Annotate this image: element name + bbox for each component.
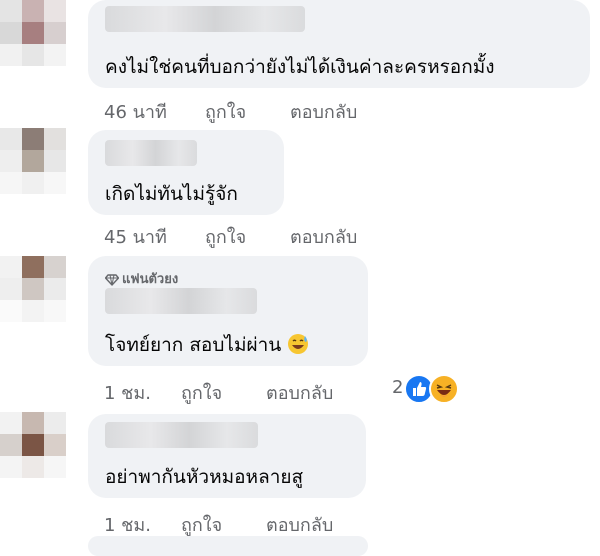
comment-time[interactable]: 46 นาที [104, 97, 167, 126]
avatar[interactable] [0, 0, 66, 66]
comment-time[interactable]: 1 ชม. [104, 510, 151, 539]
like-button[interactable]: ถูกใจ [205, 222, 246, 251]
author-name[interactable] [105, 140, 197, 166]
comment-item: คงไม่ใช่คนที่บอกว่ายังไม่ได้เงินค่าละครห… [0, 0, 600, 128]
laughing-sweat-emoji-icon [288, 334, 309, 354]
avatar[interactable] [0, 256, 66, 322]
comment-bubble: คงไม่ใช่คนที่บอกว่ายังไม่ได้เงินค่าละครห… [88, 0, 590, 88]
comment-bubble: แฟนตัวยง โจทย์ยาก สอบไม่ผ่าน [88, 256, 368, 366]
comment-time[interactable]: 45 นาที [104, 222, 167, 251]
comment-text: โจทย์ยาก สอบไม่ผ่าน [105, 330, 309, 360]
author-name[interactable] [105, 422, 258, 448]
like-button[interactable]: ถูกใจ [181, 510, 222, 539]
comment-item: แฟนตัวยง โจทย์ยาก สอบไม่ผ่าน 1 ชม. ถูกใจ… [0, 256, 600, 406]
comment-text: เกิดไม่ทันไม่รู้จัก [105, 183, 238, 205]
author-name[interactable] [105, 288, 257, 314]
comment-time[interactable]: 1 ชม. [104, 378, 151, 407]
reply-button[interactable]: ตอบกลับ [266, 378, 333, 407]
comment-text-content: โจทย์ยาก สอบไม่ผ่าน [105, 334, 282, 356]
comment-item: อย่าพากันหัวหมอหลายสู 1 ชม. ถูกใจ ตอบกลั… [0, 412, 600, 540]
reaction-count: 2 [392, 377, 404, 398]
avatar[interactable] [0, 128, 66, 194]
like-button[interactable]: ถูกใจ [181, 378, 222, 407]
comment-text: คงไม่ใช่คนที่บอกว่ายังไม่ได้เงินค่าละครห… [105, 56, 495, 78]
haha-icon [429, 374, 459, 404]
reply-button[interactable]: ตอบกลับ [266, 510, 333, 539]
top-fan-badge: แฟนตัวยง [104, 268, 179, 289]
comment-bubble: เกิดไม่ทันไม่รู้จัก [88, 130, 284, 215]
author-name[interactable] [105, 6, 305, 32]
next-comment-bubble [88, 536, 368, 556]
comment-item: เกิดไม่ทันไม่รู้จัก 45 นาที ถูกใจ ตอบกลั… [0, 128, 600, 256]
reply-button[interactable]: ตอบกลับ [290, 97, 357, 126]
like-button[interactable]: ถูกใจ [205, 97, 246, 126]
comment-text: อย่าพากันหัวหมอหลายสู [105, 466, 304, 488]
avatar[interactable] [0, 412, 66, 478]
reply-button[interactable]: ตอบกลับ [290, 222, 357, 251]
comment-bubble: อย่าพากันหัวหมอหลายสู [88, 414, 366, 498]
badge-label: แฟนตัวยง [122, 272, 179, 287]
diamond-icon [104, 274, 120, 286]
